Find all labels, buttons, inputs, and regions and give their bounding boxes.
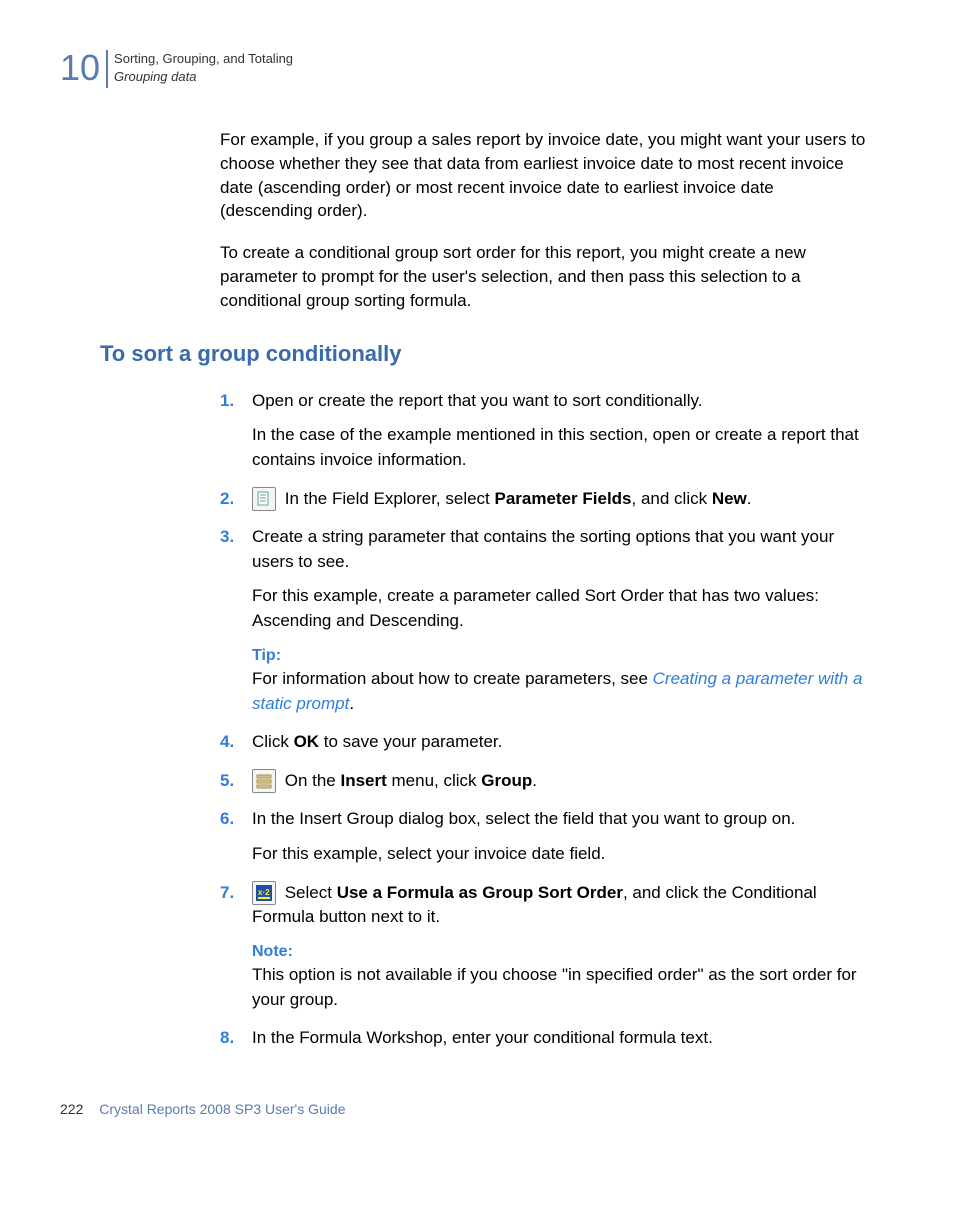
step-8: 8. In the Formula Workshop, enter your c… <box>220 1026 869 1051</box>
step-text-mid: , and click <box>632 489 712 508</box>
tip-block: Tip: For information about how to create… <box>252 644 869 716</box>
step-text: In the Formula Workshop, enter your cond… <box>252 1028 713 1047</box>
svg-text:x·2: x·2 <box>258 888 270 897</box>
step-4: 4. Click OK to save your parameter. <box>220 730 869 755</box>
step-subtext: For this example, create a parameter cal… <box>252 584 869 633</box>
step-text-pre: In the Field Explorer, select <box>280 489 495 508</box>
header-divider <box>106 50 108 88</box>
step-text: In the Insert Group dialog box, select t… <box>252 809 795 828</box>
step-text: Open or create the report that you want … <box>252 391 702 410</box>
doc-title: Crystal Reports 2008 SP3 User's Guide <box>99 1101 345 1117</box>
note-text: This option is not available if you choo… <box>252 965 857 1009</box>
step-text-post: to save your parameter. <box>319 732 502 751</box>
step-number: 1. <box>220 389 234 414</box>
page-number: 222 <box>60 1101 83 1117</box>
step-number: 7. <box>220 881 234 906</box>
step-bold-1: Use a Formula as Group Sort Order <box>337 883 623 902</box>
insert-group-icon <box>252 769 276 793</box>
header-text-block: Sorting, Grouping, and Totaling Grouping… <box>114 50 293 86</box>
step-number: 3. <box>220 525 234 550</box>
formula-icon: x·2 <box>252 881 276 905</box>
field-explorer-icon <box>252 487 276 511</box>
tip-label: Tip: <box>252 644 869 667</box>
step-text-post: . <box>532 771 537 790</box>
step-text: Create a string parameter that contains … <box>252 527 834 571</box>
step-subtext: In the case of the example mentioned in … <box>252 423 869 472</box>
step-bold-1: Insert <box>340 771 386 790</box>
step-number: 2. <box>220 487 234 512</box>
step-text-mid: menu, click <box>387 771 481 790</box>
step-5: 5. On the Insert menu, click Group. <box>220 769 869 794</box>
section-heading: To sort a group conditionally <box>100 341 869 367</box>
step-number: 5. <box>220 769 234 794</box>
tip-pre: For information about how to create para… <box>252 669 653 688</box>
intro-block: For example, if you group a sales report… <box>220 128 869 313</box>
step-3: 3. Create a string parameter that contai… <box>220 525 869 716</box>
step-number: 6. <box>220 807 234 832</box>
step-text-pre: On the <box>280 771 340 790</box>
step-bold-2: Group <box>481 771 532 790</box>
note-label: Note: <box>252 940 869 963</box>
step-text-post: . <box>747 489 752 508</box>
page-header: 10 Sorting, Grouping, and Totaling Group… <box>60 50 869 88</box>
step-6: 6. In the Insert Group dialog box, selec… <box>220 807 869 866</box>
step-2: 2. In the Field Explorer, select Paramet… <box>220 487 869 512</box>
step-bold-2: New <box>712 489 747 508</box>
chapter-number: 10 <box>60 50 100 86</box>
intro-paragraph-2: To create a conditional group sort order… <box>220 241 869 312</box>
step-bold-1: Parameter Fields <box>495 489 632 508</box>
header-subtitle: Grouping data <box>114 68 293 86</box>
steps-list: 1. Open or create the report that you wa… <box>220 389 869 1052</box>
step-number: 8. <box>220 1026 234 1051</box>
note-block: Note: This option is not available if yo… <box>252 940 869 1012</box>
step-1: 1. Open or create the report that you wa… <box>220 389 869 473</box>
header-title: Sorting, Grouping, and Totaling <box>114 50 293 68</box>
step-number: 4. <box>220 730 234 755</box>
step-7: 7. x·2 Select Use a Formula as Group Sor… <box>220 881 869 1013</box>
page-footer: 222 Crystal Reports 2008 SP3 User's Guid… <box>60 1101 869 1117</box>
step-bold-1: OK <box>294 732 320 751</box>
step-text-pre: Select <box>280 883 337 902</box>
intro-paragraph-1: For example, if you group a sales report… <box>220 128 869 223</box>
step-subtext: For this example, select your invoice da… <box>252 842 869 867</box>
tip-post: . <box>349 694 354 713</box>
step-text-pre: Click <box>252 732 294 751</box>
